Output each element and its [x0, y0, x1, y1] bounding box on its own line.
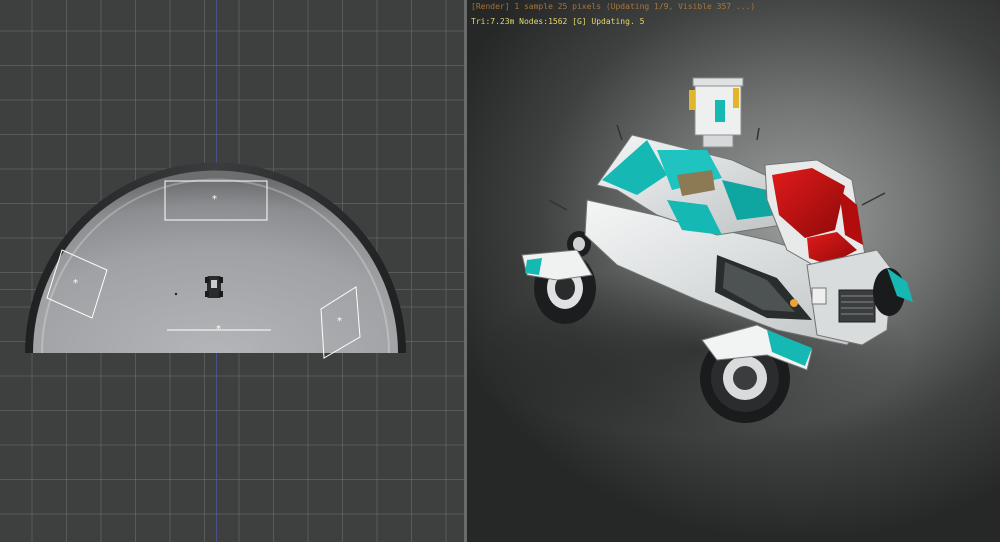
app-window: * * * * [Render] 1 sample 25 pixels (Upd… — [0, 0, 1000, 542]
render-viewport[interactable]: [Render] 1 sample 25 pixels (Updating 1/… — [467, 0, 1000, 542]
rover-model-icon[interactable] — [205, 276, 223, 298]
scene-top-view — [25, 162, 406, 359]
light-bottom-marker: * — [216, 324, 221, 335]
top-orthographic-viewport[interactable]: * * * * — [0, 0, 464, 542]
origin-dot — [174, 292, 178, 296]
light-right-marker: * — [337, 316, 342, 327]
light-top-marker: * — [212, 194, 217, 205]
light-left-marker: * — [73, 278, 78, 289]
sensor-tower — [689, 77, 744, 148]
wheel-rear-right — [873, 268, 913, 316]
rendered-rover — [482, 77, 913, 435]
